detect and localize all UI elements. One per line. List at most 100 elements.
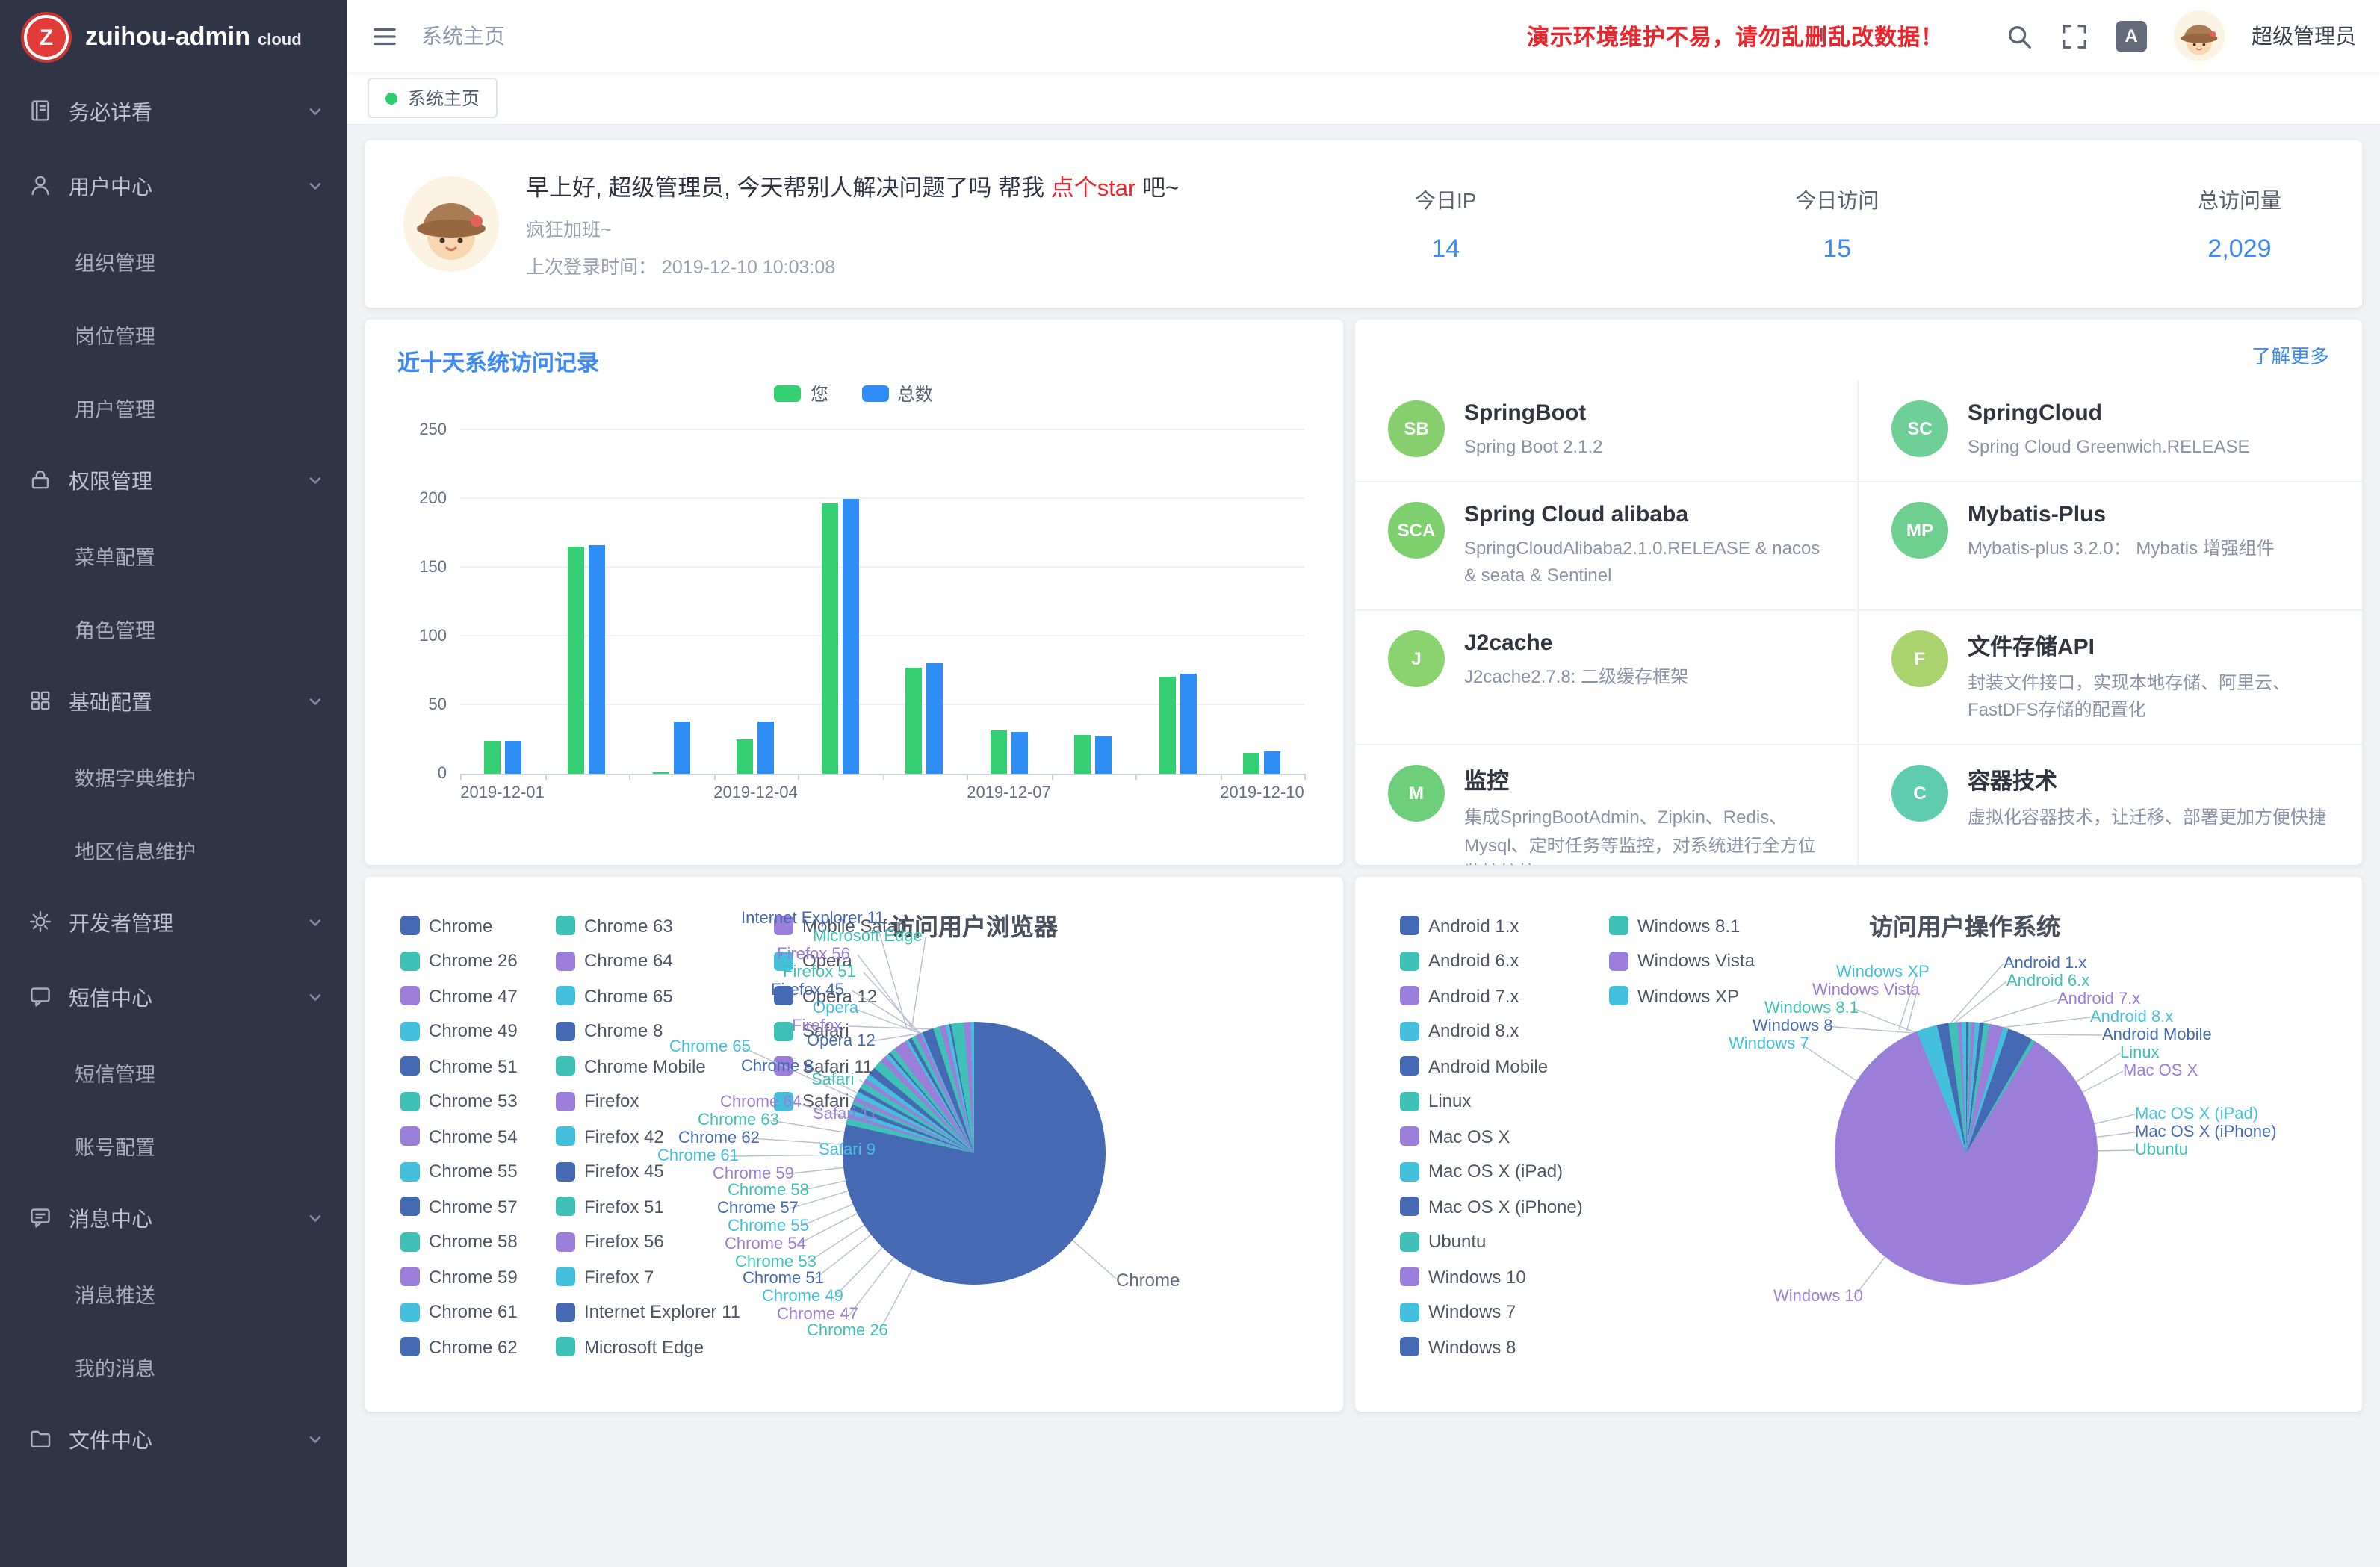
sidebar-toggle-icon[interactable] — [371, 22, 399, 50]
x-axis-tick — [629, 774, 630, 780]
bar — [1159, 676, 1176, 774]
tab-home[interactable]: 系统主页 — [368, 78, 498, 118]
star-link[interactable]: 点个star — [1051, 176, 1136, 201]
legend-item[interactable]: Mobile Safari — [774, 916, 907, 935]
framework-item: J J2cache J2cache2.7.8: 二级缓存框架 — [1355, 609, 1859, 744]
sidebar-subitem[interactable]: 岗位管理 — [0, 297, 347, 370]
framework-name: Spring Cloud alibaba — [1464, 501, 1824, 527]
legend-item[interactable]: 总数 — [861, 381, 933, 406]
search-icon[interactable] — [2005, 22, 2033, 50]
legend-item[interactable]: Chrome 47 — [400, 986, 518, 1005]
framework-description: J2cache2.7.8: 二级缓存框架 — [1464, 663, 1688, 691]
legend-item[interactable]: 您 — [775, 381, 828, 406]
legend-item[interactable]: Chrome 62 — [400, 1337, 518, 1356]
font-size-icon[interactable]: A — [2116, 20, 2147, 52]
legend-item[interactable]: Chrome 49 — [400, 1021, 518, 1040]
legend-item[interactable]: Firefox 51 — [556, 1197, 740, 1216]
legend-item[interactable]: Firefox 56 — [556, 1232, 740, 1251]
sidebar-subitem[interactable]: 数据字典维护 — [0, 739, 347, 813]
legend-label: 您 — [811, 381, 828, 406]
learn-more-link[interactable]: 了解更多 — [2252, 341, 2329, 369]
sidebar-item[interactable]: 基础配置 — [0, 665, 347, 739]
breadcrumb[interactable]: 系统主页 — [421, 21, 505, 51]
sidebar-subitem[interactable]: 组织管理 — [0, 224, 347, 297]
legend-item[interactable]: Android 6.x — [1400, 951, 1583, 970]
sidebar-item[interactable]: 短信中心 — [0, 961, 347, 1035]
sidebar-subitem[interactable]: 消息推送 — [0, 1256, 347, 1329]
legend-item[interactable]: Opera 12 — [774, 986, 907, 1005]
y-axis-tick: 100 — [419, 627, 460, 645]
bar — [991, 730, 1007, 774]
legend-item[interactable]: Windows 10 — [1400, 1267, 1583, 1286]
legend-item[interactable]: Chrome — [400, 916, 518, 935]
legend-swatch — [1400, 1197, 1419, 1216]
bar — [737, 739, 754, 774]
legend-item[interactable]: Chrome Mobile — [556, 1056, 740, 1076]
legend-item[interactable]: Internet Explorer 11 — [556, 1302, 740, 1321]
framework-avatar: C — [1891, 765, 1948, 822]
legend-item[interactable]: Microsoft Edge — [556, 1337, 740, 1356]
legend-item[interactable]: Safari — [774, 1021, 907, 1040]
legend-item[interactable]: Firefox — [556, 1091, 740, 1111]
legend-item[interactable]: Windows 7 — [1400, 1302, 1583, 1321]
sidebar-subitem[interactable]: 短信管理 — [0, 1035, 347, 1108]
legend-swatch — [400, 951, 420, 970]
sidebar-subitem[interactable]: 我的消息 — [0, 1329, 347, 1403]
sidebar-item[interactable]: 用户中心 — [0, 149, 347, 224]
sidebar-item[interactable]: 务必详看 — [0, 75, 347, 149]
legend-label: Opera 12 — [802, 985, 877, 1006]
legend-swatch — [1400, 986, 1419, 1005]
sidebar-subitem[interactable]: 账号配置 — [0, 1108, 347, 1182]
legend-item[interactable]: Chrome 26 — [400, 951, 518, 970]
legend-item[interactable]: Opera — [774, 951, 907, 970]
legend-item[interactable]: Firefox 45 — [556, 1161, 740, 1181]
legend-item[interactable]: Windows Vista — [1609, 951, 1755, 970]
legend-item[interactable]: Mac OS X — [1400, 1126, 1583, 1146]
sidebar-item[interactable]: 消息中心 — [0, 1182, 347, 1256]
fullscreen-icon[interactable] — [2060, 22, 2089, 50]
bar-group — [629, 430, 713, 774]
sidebar-subitem[interactable]: 地区信息维护 — [0, 813, 347, 886]
sidebar-item[interactable]: 开发者管理 — [0, 886, 347, 961]
legend-item[interactable]: Chrome 65 — [556, 986, 740, 1005]
legend-item[interactable]: Windows 8.1 — [1609, 916, 1755, 935]
avatar[interactable] — [2174, 10, 2225, 61]
legend-item[interactable]: Chrome 57 — [400, 1197, 518, 1216]
legend-item[interactable]: Chrome 8 — [556, 1021, 740, 1040]
legend-item[interactable]: Chrome 63 — [556, 916, 740, 935]
legend-item[interactable]: Chrome 64 — [556, 951, 740, 970]
legend-swatch — [400, 1126, 420, 1146]
legend-item[interactable]: Chrome 51 — [400, 1056, 518, 1076]
legend-item[interactable]: Mac OS X (iPhone) — [1400, 1197, 1583, 1216]
top-header: 系统主页 演示环境维护不易，请勿乱删乱改数据！ A 超级管理员 — [347, 0, 2380, 72]
legend-item[interactable]: Ubuntu — [1400, 1232, 1583, 1251]
sidebar-subitem[interactable]: 角色管理 — [0, 592, 347, 665]
sidebar-subitem[interactable]: 用户管理 — [0, 370, 347, 444]
legend-item[interactable]: Firefox 42 — [556, 1126, 740, 1146]
legend-item[interactable]: Android 1.x — [1400, 916, 1583, 935]
legend-item[interactable]: Windows 8 — [1400, 1337, 1583, 1356]
legend-item[interactable]: Mac OS X (iPad) — [1400, 1161, 1583, 1181]
sidebar-item[interactable]: 文件中心 — [0, 1403, 347, 1477]
legend-item[interactable]: Android 8.x — [1400, 1021, 1583, 1040]
username: 超级管理员 — [2252, 21, 2356, 51]
legend-item[interactable]: Chrome 59 — [400, 1267, 518, 1286]
bar — [484, 741, 501, 774]
legend-item[interactable]: Chrome 58 — [400, 1232, 518, 1251]
framework-item: SC SpringCloud Spring Cloud Greenwich.RE… — [1859, 381, 2362, 480]
legend-swatch — [556, 916, 575, 935]
legend-item[interactable]: Android 7.x — [1400, 986, 1583, 1005]
legend-item[interactable]: Chrome 54 — [400, 1126, 518, 1146]
bar — [1096, 736, 1112, 774]
legend-item[interactable]: Chrome 53 — [400, 1091, 518, 1111]
legend-item[interactable]: Linux — [1400, 1091, 1583, 1111]
legend-item[interactable]: Chrome 61 — [400, 1302, 518, 1321]
legend-item[interactable]: Firefox 7 — [556, 1267, 740, 1286]
bar — [843, 499, 859, 774]
legend-swatch — [1609, 986, 1628, 1005]
legend-item[interactable]: Android Mobile — [1400, 1056, 1583, 1076]
sidebar-item[interactable]: 权限管理 — [0, 444, 347, 518]
sidebar-subitem[interactable]: 菜单配置 — [0, 518, 347, 592]
legend-item[interactable]: Windows XP — [1609, 986, 1755, 1005]
legend-item[interactable]: Chrome 55 — [400, 1161, 518, 1181]
